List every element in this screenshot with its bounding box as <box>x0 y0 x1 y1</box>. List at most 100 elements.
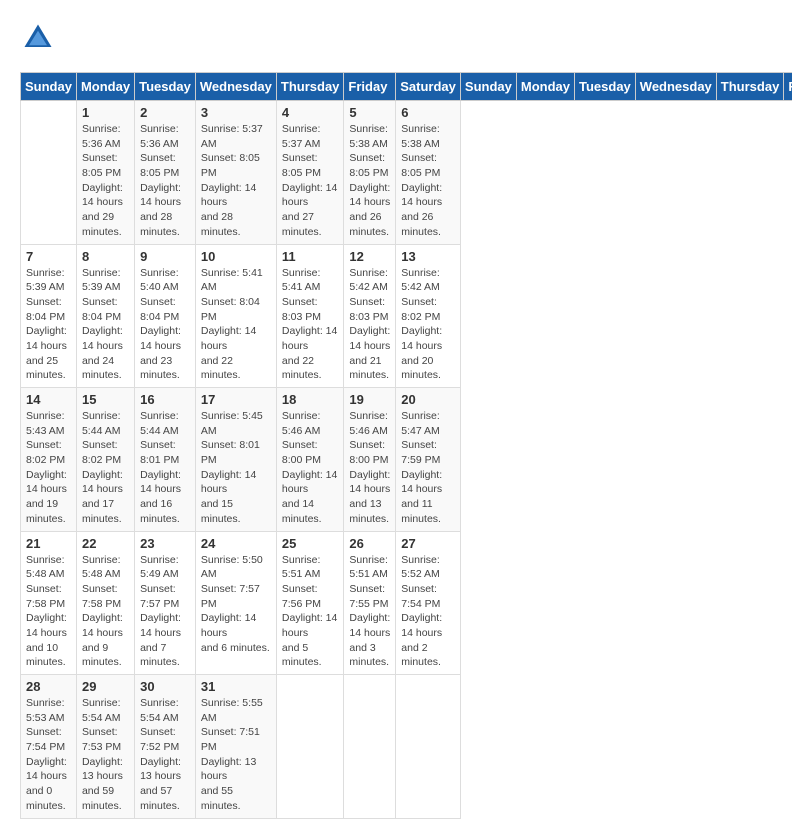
day-cell: 11Sunrise: 5:41 AM Sunset: 8:03 PM Dayli… <box>276 244 344 388</box>
week-row-4: 21 Sunrise: 5:48 AM Sunset: 7:58 PM Dayli… <box>21 531 792 675</box>
day-cell <box>276 675 344 819</box>
day-number: 14 <box>26 392 71 407</box>
week-row-1: 1 Sunrise: 5:36 AM Sunset: 8:05 PM Daylig… <box>21 101 792 245</box>
day-number: 22 <box>82 536 129 551</box>
day-number: 29 <box>82 679 129 694</box>
day-header-wednesday: Wednesday <box>195 73 276 101</box>
day-cell: 12 Sunrise: 5:42 AM Sunset: 8:03 PM Dayli… <box>344 244 396 388</box>
day-number: 13 <box>401 249 455 264</box>
day-number: 17 <box>201 392 271 407</box>
day-header-sunday: Sunday <box>21 73 77 101</box>
day-cell: 10Sunrise: 5:41 AM Sunset: 8:04 PM Dayli… <box>195 244 276 388</box>
day-number: 19 <box>349 392 390 407</box>
day-info: Sunrise: 5:46 AM Sunset: 8:00 PM Dayligh… <box>349 409 390 527</box>
day-info: Sunrise: 5:48 AM Sunset: 7:58 PM Dayligh… <box>26 553 71 671</box>
day-number: 12 <box>349 249 390 264</box>
calendar-table: SundayMondayTuesdayWednesdayThursdayFrid… <box>20 72 792 819</box>
day-info: Sunrise: 5:54 AM Sunset: 7:53 PM Dayligh… <box>82 696 129 814</box>
day-cell: 5 Sunrise: 5:38 AM Sunset: 8:05 PM Daylig… <box>344 101 396 245</box>
day-info: Sunrise: 5:52 AM Sunset: 7:54 PM Dayligh… <box>401 553 455 671</box>
day-number: 20 <box>401 392 455 407</box>
day-info: Sunrise: 5:43 AM Sunset: 8:02 PM Dayligh… <box>26 409 71 527</box>
day-info: Sunrise: 5:53 AM Sunset: 7:54 PM Dayligh… <box>26 696 71 814</box>
day-number: 6 <box>401 105 455 120</box>
day-info: Sunrise: 5:47 AM Sunset: 7:59 PM Dayligh… <box>401 409 455 527</box>
logo-icon <box>20 20 56 56</box>
day-number: 23 <box>140 536 190 551</box>
calendar-header-row: SundayMondayTuesdayWednesdayThursdayFrid… <box>21 73 792 101</box>
day-number: 5 <box>349 105 390 120</box>
day-number: 11 <box>282 249 339 264</box>
day-info: Sunrise: 5:46 AM Sunset: 8:00 PM Dayligh… <box>282 409 339 527</box>
day-cell: 3 Sunrise: 5:37 AM Sunset: 8:05 PM Daylig… <box>195 101 276 245</box>
day-info: Sunrise: 5:55 AM Sunset: 7:51 PM Dayligh… <box>201 696 271 814</box>
day-info: Sunrise: 5:36 AM Sunset: 8:05 PM Dayligh… <box>82 122 129 240</box>
week-row-3: 14 Sunrise: 5:43 AM Sunset: 8:02 PM Dayli… <box>21 388 792 532</box>
day-info: Sunrise: 5:51 AM Sunset: 7:55 PM Dayligh… <box>349 553 390 671</box>
logo <box>20 20 62 56</box>
day-number: 31 <box>201 679 271 694</box>
day-number: 8 <box>82 249 129 264</box>
day-header-monday: Monday <box>76 73 134 101</box>
day-cell <box>21 101 77 245</box>
day-number: 1 <box>82 105 129 120</box>
day-info: Sunrise: 5:39 AM Sunset: 8:04 PM Dayligh… <box>82 266 129 384</box>
day-cell: 21 Sunrise: 5:48 AM Sunset: 7:58 PM Dayli… <box>21 531 77 675</box>
day-info: Sunrise: 5:37 AM Sunset: 8:05 PM Dayligh… <box>201 122 271 240</box>
col-header-friday: Friday <box>784 73 792 101</box>
day-info: Sunrise: 5:41 AM Sunset: 8:04 PM Dayligh… <box>201 266 271 384</box>
day-cell: 27 Sunrise: 5:52 AM Sunset: 7:54 PM Dayli… <box>396 531 461 675</box>
day-info: Sunrise: 5:39 AM Sunset: 8:04 PM Dayligh… <box>26 266 71 384</box>
day-number: 2 <box>140 105 190 120</box>
day-cell: 1 Sunrise: 5:36 AM Sunset: 8:05 PM Daylig… <box>76 101 134 245</box>
col-header-tuesday: Tuesday <box>575 73 636 101</box>
day-cell: 13 Sunrise: 5:42 AM Sunset: 8:02 PM Dayli… <box>396 244 461 388</box>
day-info: Sunrise: 5:49 AM Sunset: 7:57 PM Dayligh… <box>140 553 190 671</box>
day-number: 15 <box>82 392 129 407</box>
day-cell: 16 Sunrise: 5:44 AM Sunset: 8:01 PM Dayli… <box>135 388 196 532</box>
day-number: 24 <box>201 536 271 551</box>
header <box>20 20 772 56</box>
day-cell: 26 Sunrise: 5:51 AM Sunset: 7:55 PM Dayli… <box>344 531 396 675</box>
day-info: Sunrise: 5:54 AM Sunset: 7:52 PM Dayligh… <box>140 696 190 814</box>
day-number: 26 <box>349 536 390 551</box>
day-cell: 9Sunrise: 5:40 AM Sunset: 8:04 PM Daylig… <box>135 244 196 388</box>
day-info: Sunrise: 5:42 AM Sunset: 8:02 PM Dayligh… <box>401 266 455 384</box>
week-row-5: 28Sunrise: 5:53 AM Sunset: 7:54 PM Dayli… <box>21 675 792 819</box>
day-cell <box>344 675 396 819</box>
day-number: 25 <box>282 536 339 551</box>
day-cell: 17 Sunrise: 5:45 AM Sunset: 8:01 PM Dayli… <box>195 388 276 532</box>
day-info: Sunrise: 5:44 AM Sunset: 8:01 PM Dayligh… <box>140 409 190 527</box>
day-cell: 31 Sunrise: 5:55 AM Sunset: 7:51 PM Dayli… <box>195 675 276 819</box>
day-cell: 6Sunrise: 5:38 AM Sunset: 8:05 PM Daylig… <box>396 101 461 245</box>
day-cell: 29 Sunrise: 5:54 AM Sunset: 7:53 PM Dayli… <box>76 675 134 819</box>
day-cell: 8 Sunrise: 5:39 AM Sunset: 8:04 PM Daylig… <box>76 244 134 388</box>
day-info: Sunrise: 5:48 AM Sunset: 7:58 PM Dayligh… <box>82 553 129 671</box>
day-number: 30 <box>140 679 190 694</box>
day-number: 21 <box>26 536 71 551</box>
col-header-sunday: Sunday <box>460 73 516 101</box>
day-info: Sunrise: 5:42 AM Sunset: 8:03 PM Dayligh… <box>349 266 390 384</box>
day-cell: 24Sunrise: 5:50 AM Sunset: 7:57 PM Dayli… <box>195 531 276 675</box>
day-cell: 25 Sunrise: 5:51 AM Sunset: 7:56 PM Dayli… <box>276 531 344 675</box>
day-number: 3 <box>201 105 271 120</box>
day-info: Sunrise: 5:51 AM Sunset: 7:56 PM Dayligh… <box>282 553 339 671</box>
day-cell: 4Sunrise: 5:37 AM Sunset: 8:05 PM Daylig… <box>276 101 344 245</box>
day-info: Sunrise: 5:45 AM Sunset: 8:01 PM Dayligh… <box>201 409 271 527</box>
day-cell: 7Sunrise: 5:39 AM Sunset: 8:04 PM Daylig… <box>21 244 77 388</box>
col-header-wednesday: Wednesday <box>635 73 716 101</box>
day-number: 16 <box>140 392 190 407</box>
day-header-tuesday: Tuesday <box>135 73 196 101</box>
day-header-friday: Friday <box>344 73 396 101</box>
day-number: 27 <box>401 536 455 551</box>
day-info: Sunrise: 5:36 AM Sunset: 8:05 PM Dayligh… <box>140 122 190 240</box>
day-number: 4 <box>282 105 339 120</box>
day-number: 9 <box>140 249 190 264</box>
day-header-saturday: Saturday <box>396 73 461 101</box>
day-cell: 18Sunrise: 5:46 AM Sunset: 8:00 PM Dayli… <box>276 388 344 532</box>
day-cell: 20 Sunrise: 5:47 AM Sunset: 7:59 PM Dayli… <box>396 388 461 532</box>
day-cell: 15Sunrise: 5:44 AM Sunset: 8:02 PM Dayli… <box>76 388 134 532</box>
col-header-monday: Monday <box>516 73 574 101</box>
day-info: Sunrise: 5:38 AM Sunset: 8:05 PM Dayligh… <box>349 122 390 240</box>
day-cell: 28Sunrise: 5:53 AM Sunset: 7:54 PM Dayli… <box>21 675 77 819</box>
